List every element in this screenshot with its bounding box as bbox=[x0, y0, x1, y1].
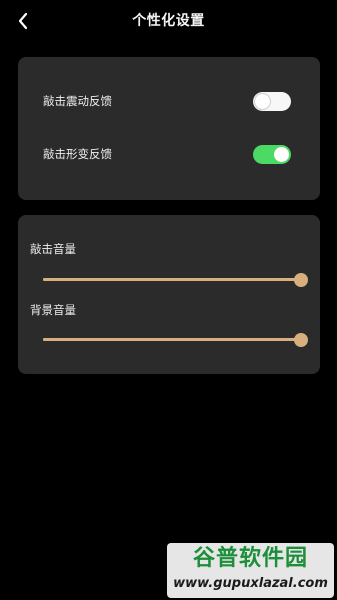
tap-volume-slider[interactable] bbox=[43, 272, 308, 288]
background-volume-label: 背景音量 bbox=[30, 303, 76, 317]
top-bar: 个性化设置 bbox=[0, 0, 337, 42]
page-title: 个性化设置 bbox=[132, 13, 205, 29]
site-watermark: 谷普软件园 www.gupuxlazal.com bbox=[167, 543, 334, 598]
slider-thumb[interactable] bbox=[294, 333, 308, 347]
slider-fill bbox=[43, 338, 301, 341]
feedback-settings-card: 敲击震动反馈 敲击形变反馈 bbox=[18, 57, 320, 200]
toggle-knob bbox=[255, 94, 270, 109]
deformation-feedback-label: 敲击形变反馈 bbox=[43, 147, 112, 161]
toggle-knob bbox=[274, 147, 289, 162]
slider-fill bbox=[43, 278, 301, 281]
vibration-feedback-label: 敲击震动反馈 bbox=[43, 94, 112, 108]
volume-settings-card: 敲击音量 背景音量 bbox=[18, 215, 320, 374]
watermark-brand: 谷普软件园 bbox=[192, 546, 308, 571]
background-volume-slider[interactable] bbox=[43, 332, 308, 348]
watermark-url: www.gupuxlazal.com bbox=[173, 576, 328, 591]
slider-thumb[interactable] bbox=[294, 273, 308, 287]
tap-volume-label: 敲击音量 bbox=[30, 242, 76, 256]
deformation-feedback-toggle[interactable] bbox=[253, 145, 291, 164]
vibration-feedback-toggle[interactable] bbox=[253, 92, 291, 111]
